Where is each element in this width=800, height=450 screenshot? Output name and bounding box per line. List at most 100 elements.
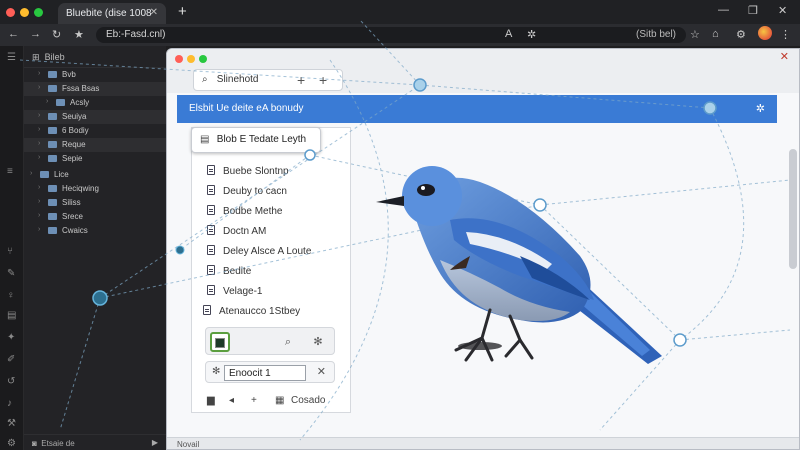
minimize-window-dot[interactable] (20, 8, 29, 17)
sidebar-item[interactable]: › Sepie (24, 152, 166, 166)
back-arrow-icon[interactable]: ◂ (229, 395, 234, 406)
maximize-window-dot[interactable] (34, 8, 43, 17)
sidebar-item[interactable]: › Bvb (24, 68, 166, 82)
chevron-right-icon[interactable]: › (38, 112, 40, 119)
home-icon[interactable]: ★ (74, 28, 84, 41)
add-icon[interactable]: + (251, 395, 257, 406)
inner-close-dot[interactable] (175, 55, 183, 63)
folder-icon[interactable]: ▤ (7, 310, 16, 321)
sidebar-item[interactable]: › Lice (24, 168, 166, 182)
inner-minimize-dot[interactable] (187, 55, 195, 63)
add-tab-icon-2[interactable]: + (319, 73, 327, 87)
sidebar-item[interactable]: › Heciqwing (24, 182, 166, 196)
add-tab-icon[interactable]: + (297, 73, 305, 87)
minimize-icon[interactable]: — (718, 4, 729, 16)
sidebar-item[interactable]: › Fssa Bsas (24, 82, 166, 96)
pin-icon[interactable]: ✲ (756, 102, 765, 115)
tools-icon[interactable]: ⚒ (7, 418, 16, 429)
sidebar-item[interactable]: › Srece (24, 210, 166, 224)
sidebar-item-label: 6 Bodiy (62, 126, 89, 135)
inner-maximize-dot[interactable] (199, 55, 207, 63)
sidebar-item-label: Sepie (62, 154, 83, 163)
chevron-right-icon[interactable]: › (38, 226, 40, 233)
content-header: Elsbit Ue deite eA bonudy ✲ (177, 95, 777, 123)
calendar-icon[interactable]: ▦ (275, 395, 284, 406)
folder-icon (48, 71, 57, 78)
brush-icon[interactable]: ✐ (7, 354, 15, 365)
trash-icon[interactable]: ▆ (207, 395, 215, 406)
folder-icon (48, 185, 57, 192)
close-window-dot[interactable] (6, 8, 15, 17)
chevron-right-icon[interactable]: › (38, 140, 40, 147)
chevron-right-icon[interactable]: › (38, 126, 40, 133)
sidebar-item-label: Srece (62, 212, 83, 221)
address-input[interactable]: Eb:-Fasd.cnl) (Sitb bel) (96, 27, 686, 43)
chevron-right-icon[interactable]: › (38, 154, 40, 161)
chevron-right-icon[interactable]: › (38, 70, 40, 77)
close-icon[interactable]: ✕ (780, 50, 789, 63)
sidebar-item[interactable]: › Reque (24, 138, 166, 152)
list-item[interactable]: Bodbe Methe (207, 205, 283, 221)
bookmark-star-icon[interactable]: ☆ (690, 28, 700, 41)
menu-icon[interactable]: ☰ (7, 52, 16, 63)
chevron-right-icon[interactable]: › (46, 98, 48, 105)
chevron-right-icon[interactable]: › (30, 170, 32, 177)
name-input[interactable] (224, 365, 306, 381)
sidebar-item[interactable]: › Siliss (24, 196, 166, 210)
chevron-right-icon[interactable]: › (38, 84, 40, 91)
folder-icon (48, 155, 57, 162)
restore-icon[interactable]: ❐ (748, 4, 758, 17)
pin-icon[interactable]: ✦ (7, 332, 15, 343)
list-item-label: Deuby to cacn (223, 186, 287, 197)
bulb-icon[interactable]: ♀ (7, 290, 15, 301)
list-item-label: Bodbe Methe (223, 206, 283, 217)
select-tool-button[interactable] (210, 332, 230, 352)
chevron-right-icon[interactable]: › (38, 184, 40, 191)
sound-icon[interactable]: ♪ (7, 398, 12, 409)
comment-icon[interactable]: ⌕ (278, 332, 298, 352)
sidebar-item-label: Siliss (62, 198, 81, 207)
grid-icon[interactable]: ⊞ (32, 52, 40, 62)
asterisk-icon[interactable]: ✻ (308, 332, 328, 352)
list-item[interactable]: Deley Alsce A Loute (207, 245, 311, 261)
folder-icon (48, 213, 57, 220)
browser-tab[interactable]: Bluebite (dise 1008 ✕ (58, 3, 166, 24)
menu-icon[interactable]: ⋮ (780, 28, 791, 41)
home-ext-icon[interactable]: ⌂ (712, 28, 719, 40)
avatar[interactable] (758, 26, 772, 40)
gear-icon[interactable]: ⚙ (7, 438, 16, 449)
list-icon[interactable]: ≡ (7, 166, 13, 177)
omnibox-right-text: (Sitb bel) (635, 29, 676, 40)
refresh-icon[interactable]: ↺ (7, 376, 15, 387)
document-icon (207, 285, 215, 295)
play-icon[interactable]: ▶ (152, 438, 158, 447)
pen-icon[interactable]: ✎ (7, 268, 15, 279)
back-icon[interactable]: ← (8, 28, 19, 40)
sidebar-item[interactable]: › 6 Bodiy (24, 124, 166, 138)
sidebar-item[interactable]: › Acsly (24, 96, 166, 110)
list-item[interactable]: Doctn AM (207, 225, 266, 241)
list-item[interactable]: Deuby to cacn (207, 185, 287, 201)
sidebar-item[interactable]: › Cwaics (24, 224, 166, 238)
close-window-icon[interactable]: ✕ (778, 4, 787, 17)
translate-icon[interactable]: A (505, 28, 512, 40)
chevron-right-icon[interactable]: › (38, 212, 40, 219)
list-item[interactable]: Buebe Slontnp (207, 165, 289, 181)
template-dropdown-button[interactable]: ▤ Blob E Tedate Leyth (191, 127, 321, 153)
list-item[interactable]: Velage-1 (207, 285, 262, 301)
scrollbar[interactable] (789, 149, 797, 269)
new-tab-icon[interactable]: + (178, 3, 187, 20)
close-icon[interactable]: ✕ (150, 7, 158, 18)
clear-icon[interactable]: ✕ (317, 365, 326, 378)
extension-icon[interactable]: ✲ (527, 28, 536, 41)
list-item[interactable]: Atenaucco 1Stbey (203, 305, 300, 321)
list-item[interactable]: Bedite (207, 265, 251, 281)
sidebar-item[interactable]: › Seuiya (24, 110, 166, 124)
chevron-right-icon[interactable]: › (38, 198, 40, 205)
reload-icon[interactable]: ↻ (52, 28, 61, 41)
camera-icon[interactable]: ◙ (32, 439, 37, 448)
branch-icon[interactable]: ⑂ (7, 246, 13, 257)
sidebar-footer: ◙ Etsaie de ▶ (24, 434, 166, 450)
forward-icon[interactable]: → (30, 28, 41, 40)
settings-icon[interactable]: ⚙ (736, 28, 746, 41)
